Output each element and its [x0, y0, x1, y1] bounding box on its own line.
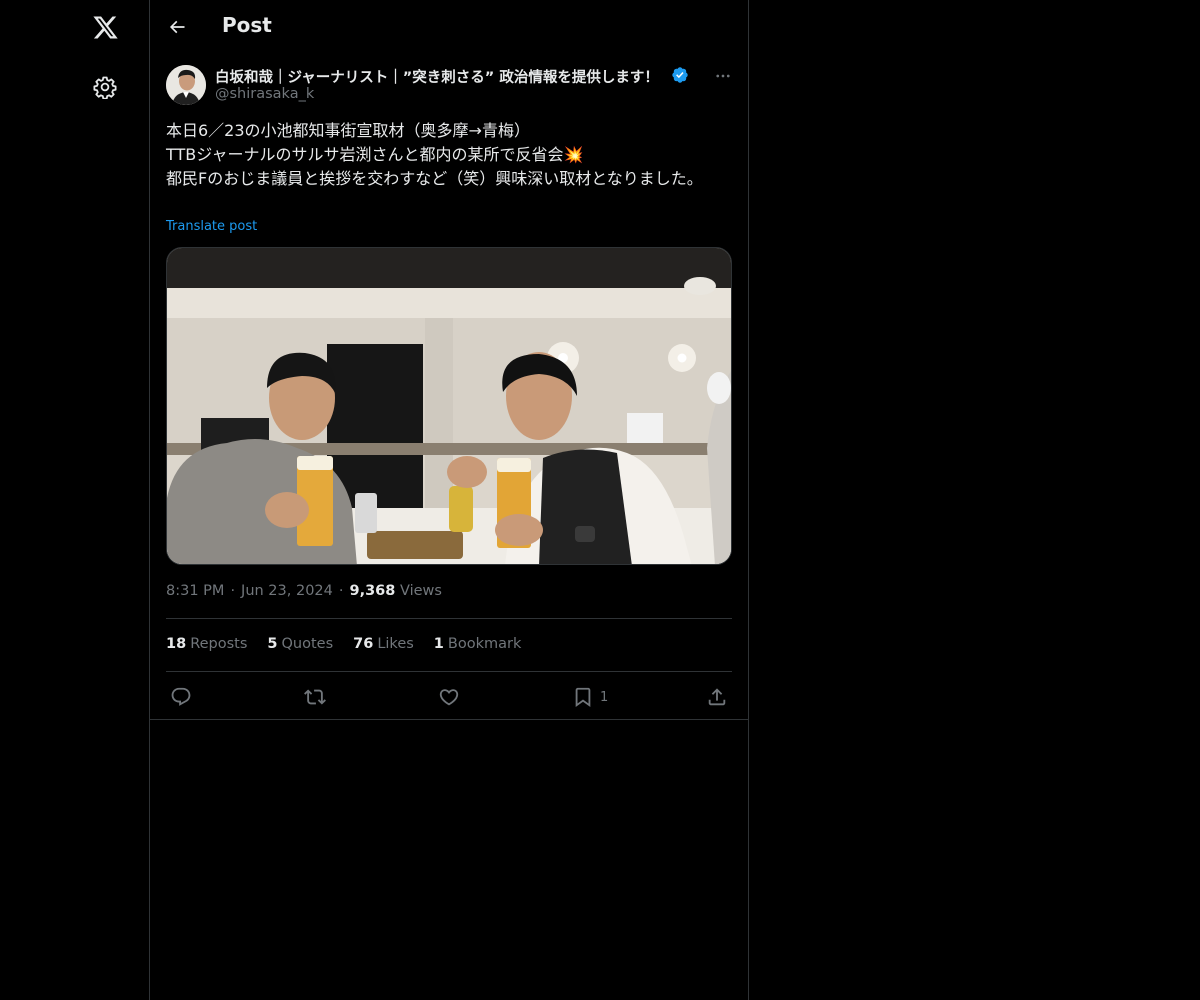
translate-post-link[interactable]: Translate post [166, 219, 257, 234]
bookmark-button[interactable]: 1 [572, 684, 608, 710]
post-text: 本日6／23の小池都知事街宣取材（奥多摩→青梅） TTBジャーナルのサルサ岩渕さ… [166, 121, 703, 188]
post-date[interactable]: Jun 23, 2024 [241, 583, 333, 599]
back-button[interactable] [160, 10, 194, 44]
post-meta: 8:31 PM · Jun 23, 2024 · 9,368 Views [166, 583, 442, 599]
reposts-stat[interactable]: 18 Reposts [166, 636, 247, 652]
reply-icon [171, 687, 191, 706]
page-header: Post [150, 0, 748, 53]
post-author: 白坂和哉｜ジャーナリスト｜”突き刺さる” 政治情報を提供します！ @shiras… [166, 64, 734, 108]
verified-badge-icon [672, 67, 688, 83]
bookmark-count: 1 [600, 689, 609, 705]
divider [150, 719, 748, 720]
like-icon [439, 689, 459, 706]
views-label: Views [399, 583, 442, 599]
bookmark-icon [575, 687, 591, 708]
divider [166, 671, 732, 672]
divider [166, 618, 732, 619]
views-count: 9,368 [349, 583, 396, 599]
like-button[interactable] [438, 684, 460, 710]
likes-stat[interactable]: 76 Likes [353, 636, 414, 652]
repost-button[interactable] [304, 684, 326, 710]
quotes-stat[interactable]: 5 Quotes [267, 636, 333, 652]
bookmarks-stat[interactable]: 1 Bookmark [434, 636, 522, 652]
action-bar: 1 [166, 684, 732, 710]
avatar[interactable] [166, 65, 206, 105]
back-arrow-icon [169, 20, 185, 34]
main-column: Post 白坂和哉｜ジャーナリスト｜”突き刺さる” 政治情報を提供します！ @s… [149, 0, 749, 1000]
more-icon [716, 74, 730, 78]
repost-icon [304, 689, 326, 705]
author-display-name[interactable]: 白坂和哉｜ジャーナリスト｜”突き刺さる” 政治情報を提供します！ [215, 66, 659, 87]
engagement-stats: 18 Reposts 5 Quotes 76 Likes 1 Bookmark [166, 636, 521, 652]
x-logo-icon[interactable] [81, 3, 129, 51]
author-handle[interactable]: @shirasaka_k [215, 86, 314, 102]
page-title: Post [222, 13, 272, 37]
more-button[interactable] [711, 64, 735, 88]
post-time[interactable]: 8:31 PM [166, 583, 224, 599]
share-icon [708, 688, 726, 706]
gear-icon[interactable] [81, 63, 129, 111]
reply-button[interactable] [170, 684, 192, 710]
left-nav [0, 0, 150, 1000]
post-photo[interactable] [166, 247, 732, 565]
share-button[interactable] [706, 684, 728, 710]
